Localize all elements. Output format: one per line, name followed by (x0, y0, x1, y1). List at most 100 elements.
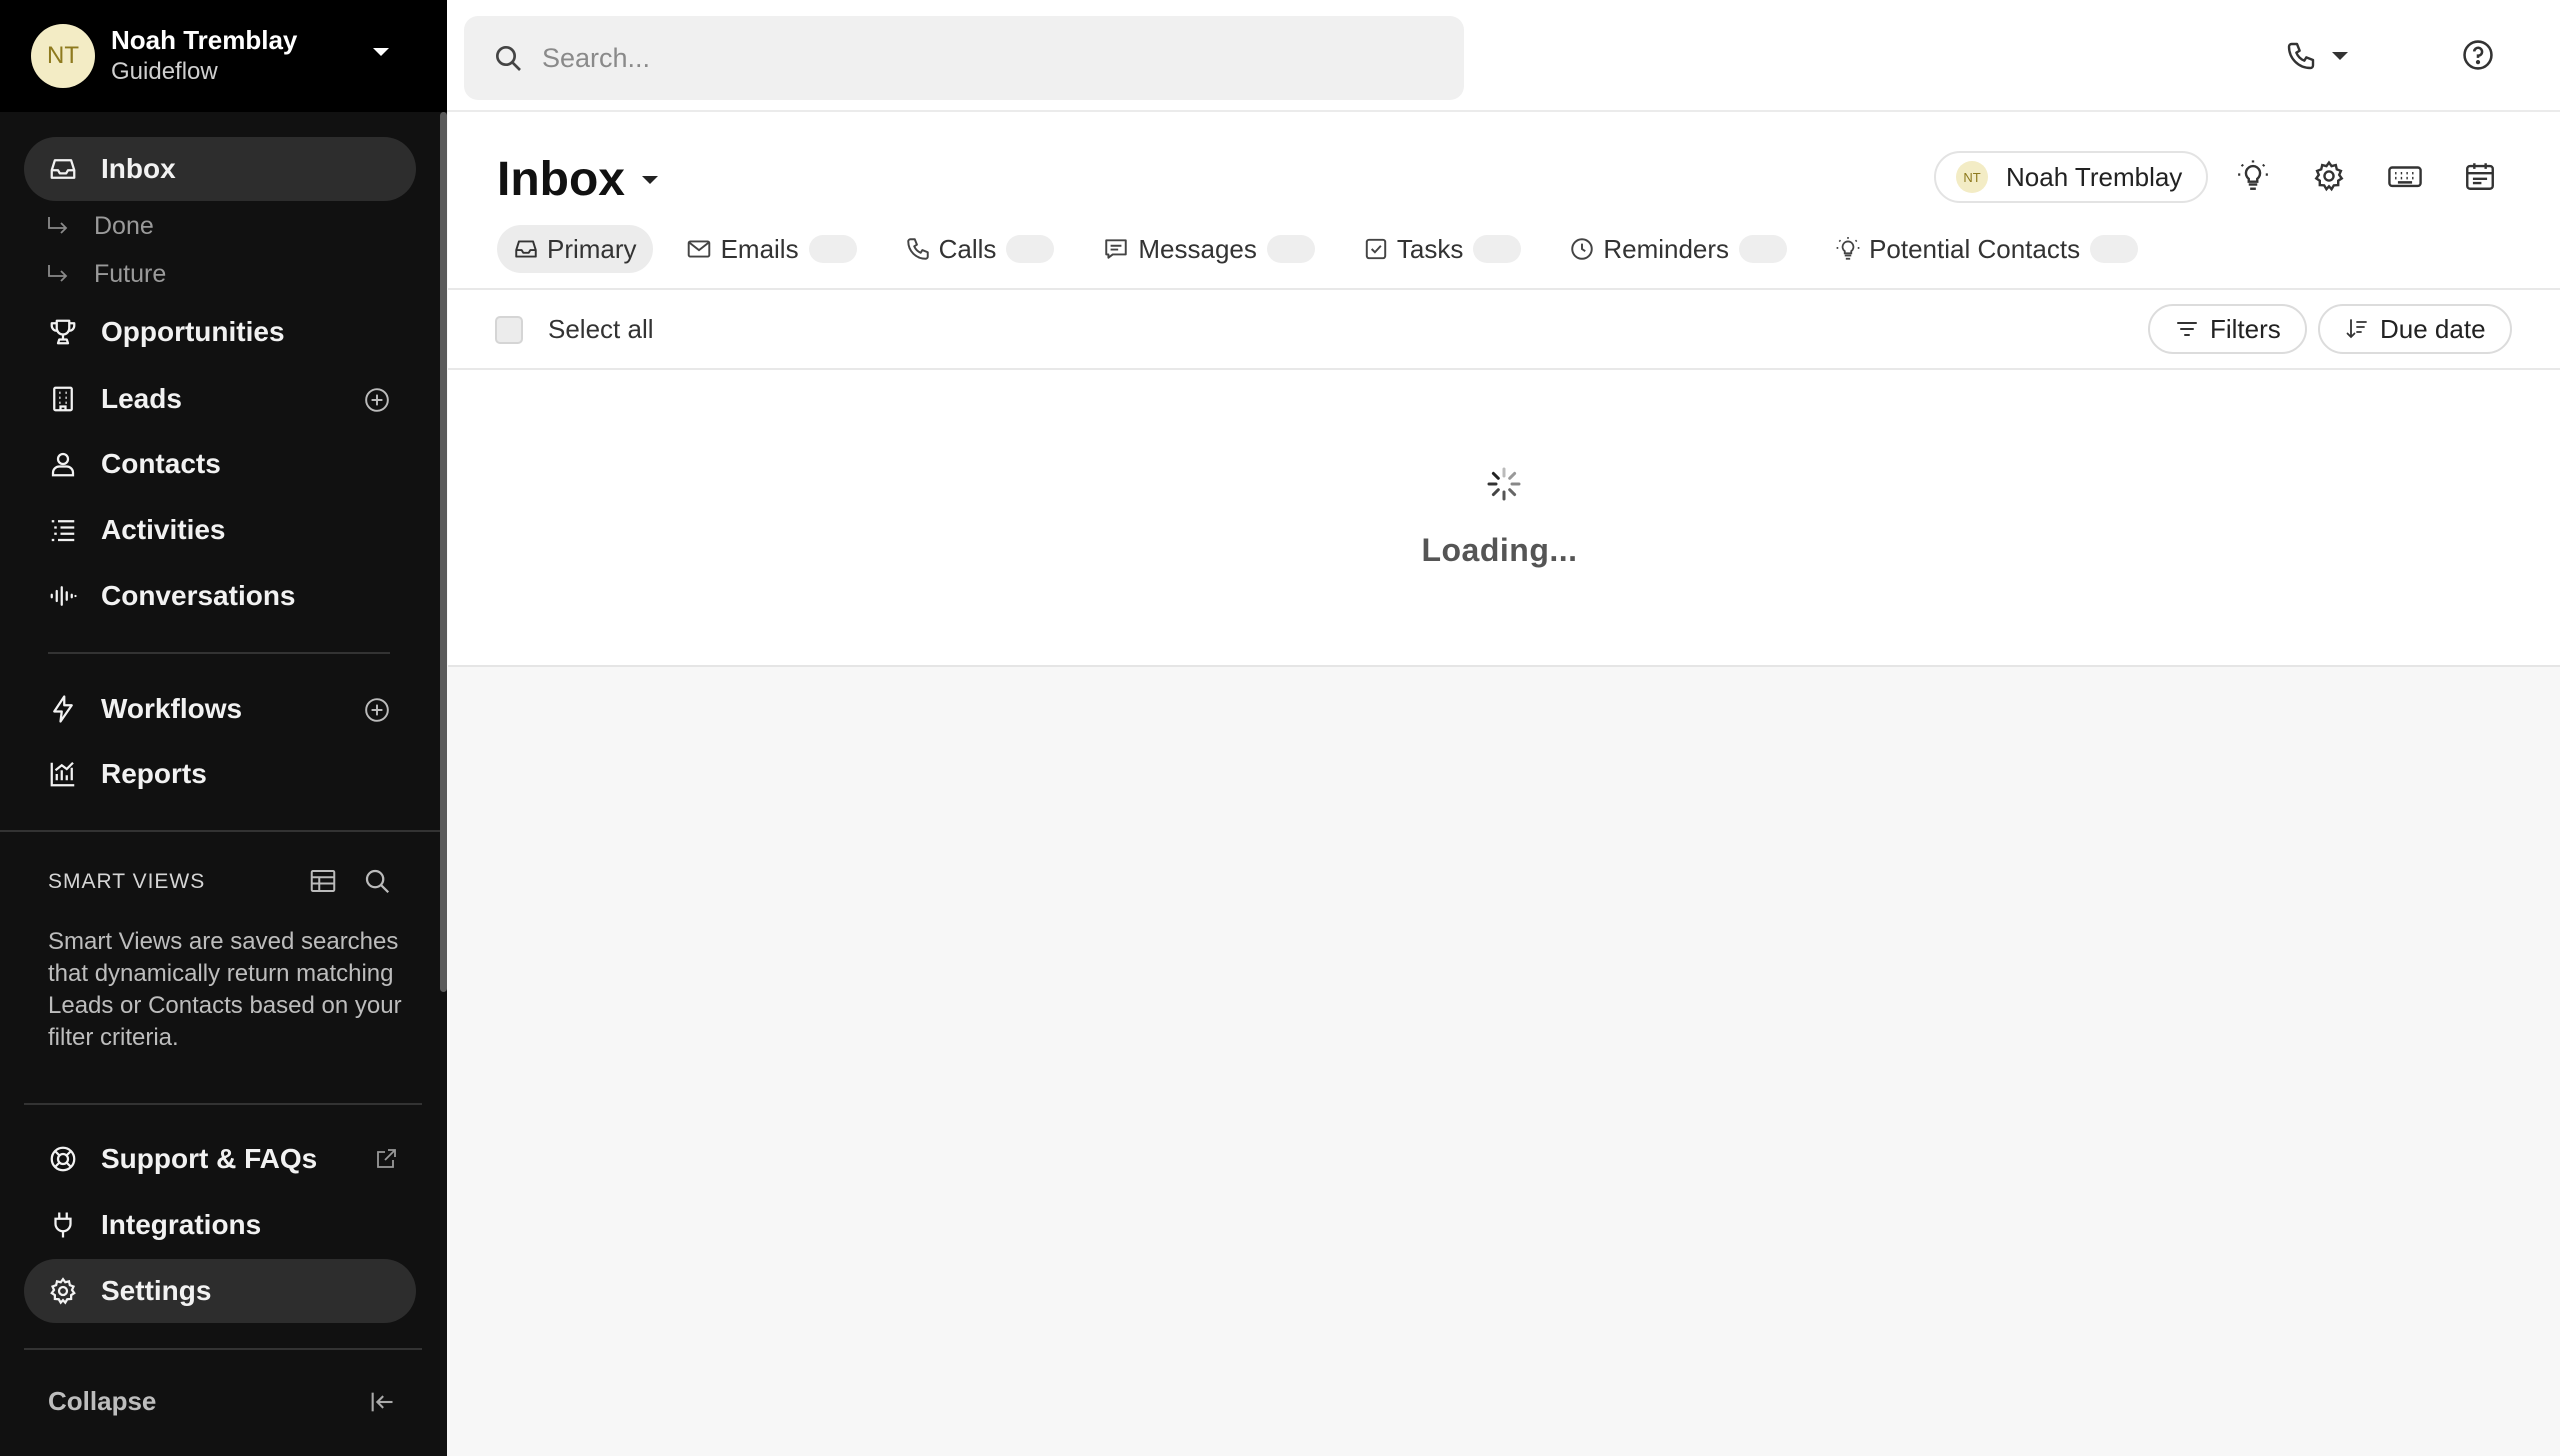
tab-label: Emails (720, 233, 799, 264)
search-input[interactable] (542, 42, 1442, 74)
loading-text: Loading... (1421, 532, 1578, 568)
page-title-text: Inbox (497, 153, 625, 206)
collapse-icon[interactable] (368, 1388, 396, 1416)
user-filter-pill[interactable]: NT Noah Tremblay (1934, 151, 2209, 203)
sidebar-item-label: Workflows (101, 693, 243, 724)
building-icon (46, 382, 80, 416)
inbox-icon (46, 152, 80, 186)
caret-down-icon (641, 174, 659, 186)
tab-label: Reminders (1603, 233, 1730, 264)
sidebar-item-label: Support & FAQs (101, 1143, 318, 1174)
inbox-icon (513, 236, 539, 262)
sidebar-item-label: Activities (101, 514, 226, 545)
gear-icon[interactable] (2312, 159, 2346, 193)
filter-icon (2174, 317, 2200, 341)
sub-arrow-icon (46, 263, 70, 285)
search-icon (492, 42, 524, 74)
tab-emails[interactable]: Emails (669, 225, 873, 273)
filters-button[interactable]: Filters (2148, 304, 2307, 354)
sidebar-item-done[interactable]: Done (46, 206, 154, 246)
sidebar-item-label: Contacts (101, 448, 221, 479)
tab-count-badge (1739, 235, 1788, 263)
inbox-panel: Inbox NT Noah Tremblay Primary Emails Ca… (448, 112, 2560, 667)
tab-count-badge (1006, 235, 1055, 263)
sidebar-item-label: Inbox (101, 153, 176, 184)
lifebuoy-icon (46, 1142, 80, 1176)
sidebar-item-settings[interactable]: Settings (24, 1259, 416, 1323)
smart-views-heading: SMART VIEWS (48, 870, 206, 893)
filters-label: Filters (2210, 313, 2281, 344)
sidebar-divider (24, 1348, 422, 1350)
sidebar-item-integrations[interactable]: Integrations (24, 1193, 416, 1257)
caret-down-icon[interactable] (372, 46, 390, 58)
tab-potential-contacts[interactable]: Potential Contacts (1819, 225, 2154, 273)
sidebar-item-activities[interactable]: Activities (24, 498, 416, 562)
tab-count-badge (1266, 235, 1315, 263)
sidebar-item-label: Future (94, 259, 167, 288)
phone-icon (905, 236, 931, 262)
tab-label: Potential Contacts (1869, 233, 2081, 264)
help-icon[interactable] (2461, 38, 2495, 72)
select-all-label[interactable]: Select all (548, 314, 654, 345)
sidebar-item-label: Conversations (101, 580, 296, 611)
tab-calls[interactable]: Calls (889, 225, 1071, 273)
sidebar-item-label: Leads (101, 383, 182, 414)
sidebar-item-label: Settings (101, 1275, 212, 1306)
gear-icon (46, 1274, 80, 1308)
tab-count-badge (1473, 235, 1522, 263)
search-icon[interactable] (362, 866, 392, 896)
external-link-icon (374, 1147, 398, 1171)
sidebar-item-opportunities[interactable]: Opportunities (24, 300, 416, 364)
tab-label: Calls (938, 233, 997, 264)
tab-messages[interactable]: Messages (1086, 225, 1331, 273)
trophy-icon (46, 315, 80, 349)
phone-icon (2285, 40, 2317, 72)
sidebar-item-support[interactable]: Support & FAQs (24, 1127, 416, 1191)
sidebar-item-conversations[interactable]: Conversations (24, 564, 416, 628)
waveform-icon (46, 579, 80, 613)
lightbulb-icon[interactable] (2236, 159, 2270, 193)
sidebar-item-contacts[interactable]: Contacts (24, 432, 416, 496)
tab-count-badge (2090, 235, 2139, 263)
account-switcher[interactable]: NT Noah Tremblay Guideflow (0, 0, 447, 112)
tab-reminders[interactable]: Reminders (1553, 225, 1803, 273)
collapse-button[interactable]: Collapse (48, 1386, 156, 1417)
tab-label: Tasks (1396, 233, 1464, 264)
page-title[interactable]: Inbox (497, 152, 659, 207)
sidebar-scrollbar[interactable] (440, 112, 447, 992)
user-name: Noah Tremblay (2006, 161, 2183, 192)
list-icon (46, 513, 80, 547)
sidebar-item-reports[interactable]: Reports (24, 742, 416, 806)
sidebar-item-leads[interactable]: Leads (24, 367, 416, 431)
sidebar-item-inbox[interactable]: Inbox (24, 137, 416, 201)
bolt-icon (46, 692, 80, 726)
phone-dropdown-button[interactable] (2285, 36, 2365, 76)
chart-icon (46, 757, 80, 791)
sidebar-item-workflows[interactable]: Workflows (24, 677, 416, 741)
person-icon (46, 447, 80, 481)
checkbox-icon (1363, 236, 1389, 262)
clock-icon (1569, 236, 1595, 262)
sort-button[interactable]: Due date (2318, 304, 2512, 354)
message-icon (1102, 236, 1130, 262)
sidebar-divider (24, 1103, 422, 1105)
sidebar-item-future[interactable]: Future (46, 254, 166, 294)
search-bar[interactable] (464, 16, 1464, 100)
sidebar-item-label: Integrations (101, 1209, 262, 1240)
top-bar (447, 0, 2560, 112)
smart-views-description: Smart Views are saved searches that dyna… (48, 928, 402, 1051)
inbox-tabs: Primary Emails Calls Messages Tasks Remi… (497, 225, 2170, 273)
select-all-checkbox[interactable] (495, 316, 523, 344)
calendar-icon[interactable] (2463, 159, 2497, 193)
add-lead-icon[interactable] (364, 387, 390, 413)
lightbulb-icon (1835, 236, 1861, 262)
loading-text-container: Loading... (448, 532, 2560, 569)
add-workflow-icon[interactable] (364, 697, 390, 723)
sub-arrow-icon (46, 215, 70, 237)
sidebar-item-label: Reports (101, 758, 207, 789)
tab-primary[interactable]: Primary (497, 225, 653, 273)
tab-tasks[interactable]: Tasks (1347, 225, 1537, 273)
table-icon[interactable] (308, 866, 338, 896)
account-name: Noah Tremblay (111, 25, 298, 55)
keyboard-icon[interactable] (2386, 159, 2424, 193)
